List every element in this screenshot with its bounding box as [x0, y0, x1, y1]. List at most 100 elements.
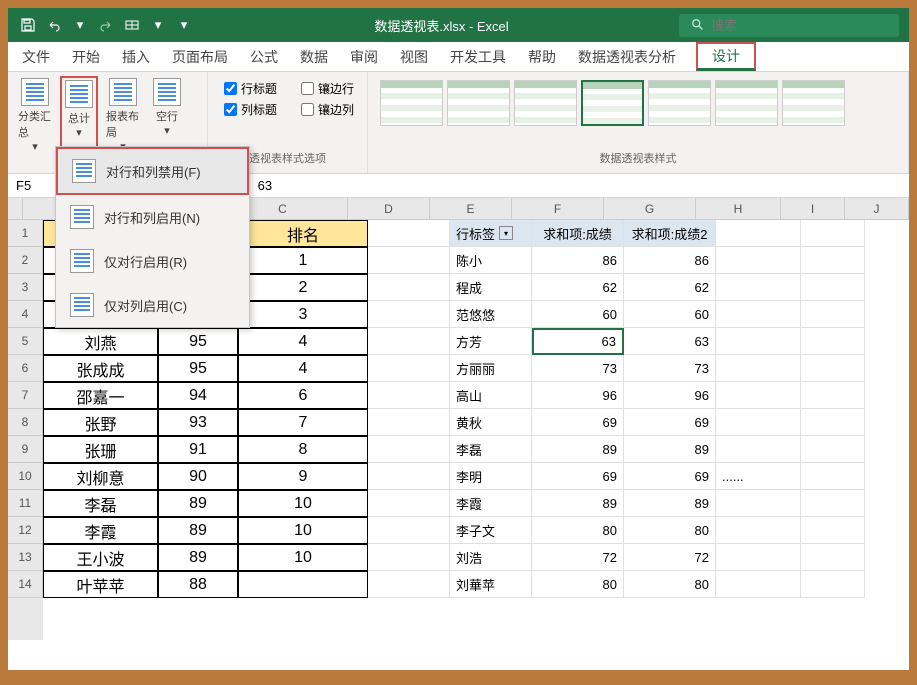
cell[interactable]: 李磊 — [450, 436, 532, 463]
cell[interactable]: 范悠悠 — [450, 301, 532, 328]
row-header[interactable]: 9 — [8, 436, 43, 463]
banded-rows-check[interactable]: 镶边行 — [301, 80, 354, 97]
cell[interactable]: 高山 — [450, 382, 532, 409]
pivot-style-swatch[interactable] — [514, 80, 577, 126]
cell[interactable]: 88 — [158, 571, 238, 598]
cell[interactable]: 90 — [158, 463, 238, 490]
cell[interactable] — [801, 328, 865, 355]
cell[interactable]: 80 — [532, 571, 624, 598]
cell[interactable] — [368, 382, 450, 409]
formula-value[interactable]: 63 — [252, 178, 278, 193]
col-header-F[interactable]: F — [512, 198, 604, 220]
cell[interactable]: 72 — [624, 544, 716, 571]
cell[interactable]: 程成 — [450, 274, 532, 301]
cell[interactable] — [368, 463, 450, 490]
cell[interactable]: 方芳 — [450, 328, 532, 355]
cell[interactable]: 89 — [624, 436, 716, 463]
cell[interactable] — [801, 517, 865, 544]
row-header[interactable]: 3 — [8, 274, 43, 301]
cell[interactable]: 86 — [532, 247, 624, 274]
tab-review[interactable]: 审阅 — [348, 42, 380, 72]
tab-view[interactable]: 视图 — [398, 42, 430, 72]
cell[interactable]: 9 — [238, 463, 368, 490]
blank-rows-button[interactable]: 空行▾ — [148, 76, 186, 155]
cell[interactable]: 排名 — [238, 220, 368, 247]
row-header[interactable]: 8 — [8, 409, 43, 436]
tab-file[interactable]: 文件 — [20, 42, 52, 72]
cell[interactable]: 69 — [532, 409, 624, 436]
report-layout-button[interactable]: 报表布局▾ — [104, 76, 142, 155]
cell[interactable] — [238, 571, 368, 598]
cell[interactable]: 李霞 — [43, 517, 158, 544]
cell[interactable]: 刘華苹 — [450, 571, 532, 598]
cell[interactable]: 求和项:成绩2 — [624, 220, 716, 247]
cell[interactable]: 96 — [532, 382, 624, 409]
banded-cols-check[interactable]: 镶边列 — [301, 101, 354, 118]
cell[interactable]: 89 — [158, 517, 238, 544]
cell[interactable] — [716, 220, 801, 247]
cell[interactable]: 80 — [624, 517, 716, 544]
filter-icon[interactable]: ▾ — [499, 226, 513, 240]
cell[interactable]: 叶苹苹 — [43, 571, 158, 598]
select-all-corner[interactable] — [8, 198, 23, 220]
cell[interactable] — [801, 301, 865, 328]
cell[interactable]: 89 — [532, 436, 624, 463]
cell[interactable]: ...... — [716, 463, 801, 490]
cell[interactable]: 2 — [238, 274, 368, 301]
pivot-style-swatch[interactable] — [715, 80, 778, 126]
tab-developer[interactable]: 开发工具 — [448, 42, 508, 72]
tab-page-layout[interactable]: 页面布局 — [170, 42, 230, 72]
row-header[interactable]: 5 — [8, 328, 43, 355]
tab-insert[interactable]: 插入 — [120, 42, 152, 72]
cell[interactable]: 80 — [624, 571, 716, 598]
row-header[interactable]: 10 — [8, 463, 43, 490]
chevron-down-icon[interactable]: ▾ — [70, 15, 90, 35]
row-header[interactable]: 7 — [8, 382, 43, 409]
cell[interactable] — [801, 463, 865, 490]
cell[interactable]: 刘柳意 — [43, 463, 158, 490]
cell[interactable]: 72 — [532, 544, 624, 571]
cell[interactable]: 3 — [238, 301, 368, 328]
pivot-style-swatch[interactable] — [782, 80, 845, 126]
cell[interactable]: 黄秋 — [450, 409, 532, 436]
cell[interactable] — [716, 247, 801, 274]
cell[interactable]: 10 — [238, 490, 368, 517]
cell[interactable]: 1 — [238, 247, 368, 274]
cell[interactable]: 63 — [624, 328, 716, 355]
cell[interactable]: 89 — [624, 490, 716, 517]
cell[interactable]: 63 — [532, 328, 624, 355]
cell[interactable]: 69 — [532, 463, 624, 490]
cell[interactable] — [368, 436, 450, 463]
tab-pivot-analyze[interactable]: 数据透视表分析 — [576, 42, 678, 72]
cell[interactable] — [368, 301, 450, 328]
cell[interactable]: 刘燕 — [43, 328, 158, 355]
cell[interactable]: 张珊 — [43, 436, 158, 463]
cell[interactable]: 李霞 — [450, 490, 532, 517]
cell[interactable]: 张成成 — [43, 355, 158, 382]
cell[interactable]: 10 — [238, 544, 368, 571]
cell[interactable]: 69 — [624, 463, 716, 490]
cell[interactable]: 王小波 — [43, 544, 158, 571]
cell[interactable] — [716, 355, 801, 382]
tab-home[interactable]: 开始 — [70, 42, 102, 72]
cell[interactable] — [716, 328, 801, 355]
cell[interactable] — [801, 490, 865, 517]
cell[interactable] — [716, 571, 801, 598]
row-header[interactable]: 4 — [8, 301, 43, 328]
tab-data[interactable]: 数据 — [298, 42, 330, 72]
col-header-I[interactable]: I — [781, 198, 845, 220]
cell[interactable]: 93 — [158, 409, 238, 436]
cell[interactable]: 60 — [532, 301, 624, 328]
redo-icon[interactable] — [96, 15, 116, 35]
cell[interactable] — [368, 409, 450, 436]
disable-rows-cols[interactable]: 对行和列禁用(F) — [56, 147, 249, 195]
cell[interactable]: 73 — [532, 355, 624, 382]
cell[interactable] — [716, 409, 801, 436]
cell[interactable]: 62 — [532, 274, 624, 301]
cell[interactable]: 73 — [624, 355, 716, 382]
cell[interactable]: 4 — [238, 355, 368, 382]
cell[interactable]: 邵嘉一 — [43, 382, 158, 409]
cell[interactable] — [716, 382, 801, 409]
cell[interactable]: 6 — [238, 382, 368, 409]
cell[interactable]: 89 — [532, 490, 624, 517]
